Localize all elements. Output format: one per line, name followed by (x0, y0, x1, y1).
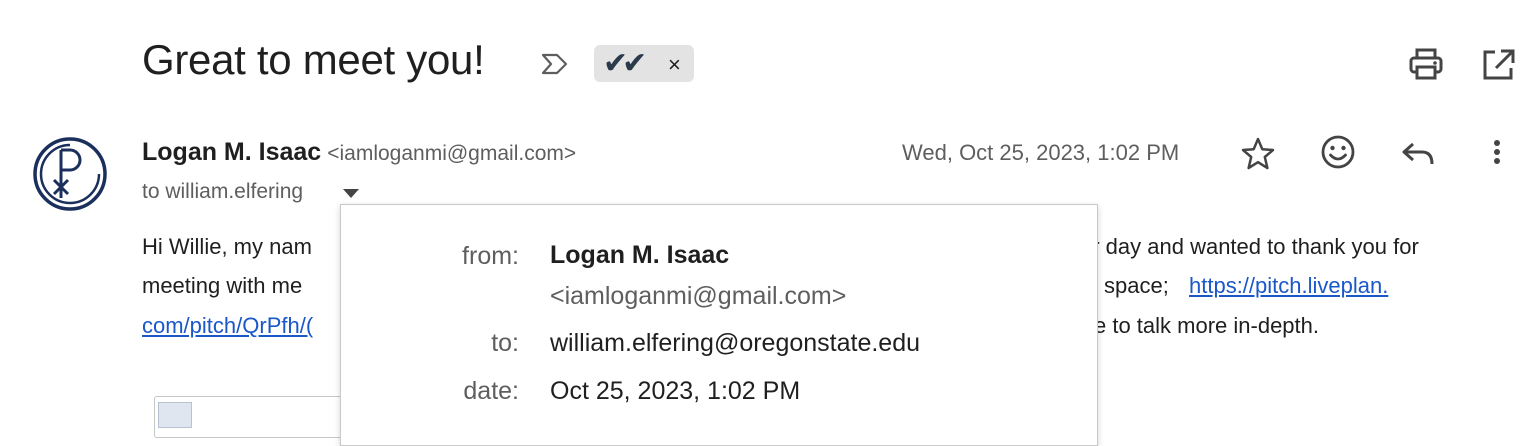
image-placeholder-icon (158, 402, 192, 428)
recipient-summary: to william.elfering (142, 180, 304, 203)
email-subject: Great to meet you! (142, 36, 485, 83)
sender-name[interactable]: Logan M. Isaac (142, 138, 321, 166)
details-date-label: date: (463, 377, 519, 405)
message-date: Wed, Oct 25, 2023, 1:02 PM (902, 140, 1180, 165)
label-chip-text: ✔✔ (603, 47, 647, 80)
print-icon[interactable] (1406, 46, 1446, 82)
message-details-popup: from: Logan M. Isaac <iamloganmi@gmail.c… (340, 204, 1098, 446)
open-in-new-window-icon[interactable] (1478, 46, 1518, 82)
body-text-line: e to talk more in-depth. (1094, 313, 1320, 338)
show-details-caret-icon[interactable] (340, 186, 362, 200)
more-vert-icon[interactable] (1482, 134, 1512, 174)
body-link[interactable]: https://pitch.liveplan. (1189, 273, 1388, 299)
body-text-line: space; (1104, 273, 1169, 298)
body-text-line: er day and wanted to thank you for (1080, 234, 1419, 259)
sender-email: <iamloganmi@gmail.com> (327, 142, 577, 165)
body-text-line: Hi Willie, my nam (142, 234, 312, 259)
star-icon[interactable] (1238, 134, 1278, 174)
body-link[interactable]: com/pitch/QrPfh/( (142, 313, 313, 339)
remove-label-button[interactable]: × (668, 52, 681, 78)
details-from-email: <iamloganmi@gmail.com> (550, 282, 847, 310)
details-to-label: to: (491, 329, 519, 357)
details-to-value[interactable]: william.elfering@oregonstate.edu (550, 329, 920, 358)
details-from-label: from: (462, 242, 519, 270)
emoji-reaction-icon[interactable] (1318, 132, 1358, 172)
sender-line: Logan M. Isaac <iamloganmi@gmail.com> (142, 138, 576, 167)
details-from-name[interactable]: Logan M. Isaac (550, 241, 729, 270)
body-text-line: meeting with me (142, 273, 303, 298)
reply-icon[interactable] (1398, 134, 1438, 174)
details-date-value: Oct 25, 2023, 1:02 PM (550, 377, 801, 405)
importance-marker-icon[interactable] (540, 50, 570, 78)
sender-avatar[interactable] (32, 136, 108, 212)
